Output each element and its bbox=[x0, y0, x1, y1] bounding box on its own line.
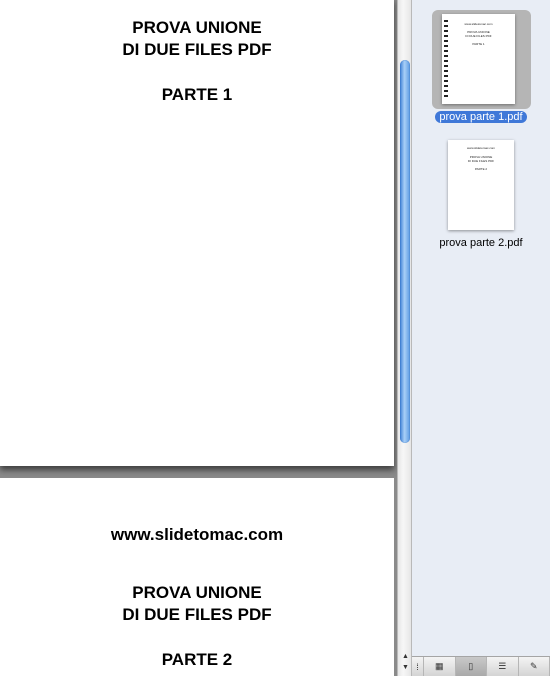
sidebar-toolbar: ⁞ ▦ ▯ ☰ ✎ bbox=[412, 656, 550, 676]
page-website: www.slidetomac.com bbox=[110, 525, 284, 544]
thumbnail-page-preview[interactable]: www.slidetomac.com PROVA UNIONE DI DUE F… bbox=[448, 140, 514, 230]
page-part-label: PARTE 1 bbox=[161, 85, 233, 104]
thumbnail-label-text: prova parte 1.pdf bbox=[435, 111, 527, 123]
page-title-line-1: PROVA UNIONE bbox=[132, 583, 262, 602]
thumbnail-page-preview[interactable]: www.slidetomac.com PROVA UNIONE DI DUE F… bbox=[442, 14, 515, 104]
mini-line-3: PARTE 2 bbox=[474, 167, 488, 171]
vertical-scrollbar[interactable]: ▲ ▼ bbox=[397, 0, 412, 676]
mini-website: www.slidetomac.com bbox=[464, 22, 493, 26]
mini-website: www.slidetomac.com bbox=[466, 146, 495, 150]
page-title-line-2: DI DUE FILES PDF bbox=[122, 605, 272, 624]
pdf-page-1: PROVA UNIONE DI DUE FILES PDF PARTE 1 bbox=[0, 0, 394, 466]
thumbnail-label[interactable]: prova parte 1.pdf bbox=[412, 111, 550, 123]
scroll-down-arrow-icon[interactable]: ▼ bbox=[401, 663, 410, 672]
mini-line-2: DI DUE FILES PDF bbox=[465, 34, 492, 38]
table-of-contents-icon[interactable]: ☰ bbox=[487, 657, 519, 676]
annotations-pen-icon[interactable]: ✎ bbox=[519, 657, 550, 676]
thumbnail-label[interactable]: prova parte 2.pdf bbox=[412, 237, 550, 249]
scroll-up-arrow-icon[interactable]: ▲ bbox=[401, 652, 410, 661]
scrollbar-thumb[interactable] bbox=[400, 60, 410, 443]
pdf-page-2: www.slidetomac.com PROVA UNIONE DI DUE F… bbox=[0, 478, 394, 676]
mini-line-2: DI DUE FILES PDF bbox=[467, 159, 495, 163]
mini-line-3: PARTE 1 bbox=[472, 42, 485, 46]
resize-grip-icon[interactable]: ⁞ bbox=[412, 657, 424, 676]
thumbnails-icon[interactable]: ▯ bbox=[455, 657, 487, 676]
document-view[interactable]: PROVA UNIONE DI DUE FILES PDF PARTE 1 ww… bbox=[0, 0, 397, 676]
thumbnail-sidebar: www.slidetomac.com PROVA UNIONE DI DUE F… bbox=[412, 0, 550, 656]
contact-sheet-icon[interactable]: ▦ bbox=[424, 657, 456, 676]
page-title-line-2: DI DUE FILES PDF bbox=[122, 40, 272, 59]
page-title-line-1: PROVA UNIONE bbox=[132, 18, 262, 37]
page-part-label: PARTE 2 bbox=[161, 650, 233, 669]
